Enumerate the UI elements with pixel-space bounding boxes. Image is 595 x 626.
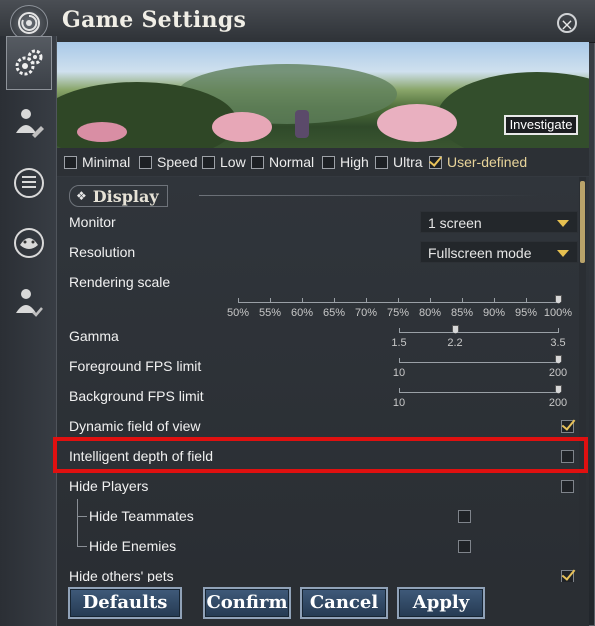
close-icon[interactable]: ×	[557, 13, 577, 34]
sidebar-item-social[interactable]	[6, 276, 52, 330]
section-title: Display	[92, 186, 159, 206]
tick-label: 90%	[482, 307, 506, 319]
preset-checkbox[interactable]	[202, 155, 215, 169]
sidebar-item-settings[interactable]	[6, 36, 52, 90]
hide-teammates-label: Hide Teammates	[89, 508, 194, 524]
document-list-icon	[14, 168, 44, 198]
hide-players-label: Hide Players	[69, 478, 149, 494]
dropdown-arrow-icon	[557, 250, 569, 257]
settings-window: Game Settings × Investigate Minimal Spee…	[0, 0, 595, 626]
footer-bar: Defaults Confirm Cancel Apply	[57, 582, 589, 626]
preset-speed[interactable]: Speed	[139, 154, 197, 170]
character-check-icon	[16, 289, 43, 317]
tick-label: 70%	[354, 307, 378, 319]
cancel-button[interactable]: Cancel	[300, 587, 388, 619]
tick-label: 75%	[386, 307, 410, 319]
resolution-dropdown[interactable]: Fullscreen mode	[420, 241, 578, 263]
section-display[interactable]: ❖ Display	[69, 185, 539, 207]
title-bar: Game Settings ×	[0, 0, 595, 43]
hide-pets-checkbox[interactable]	[561, 570, 574, 582]
tick-label: 2.2	[447, 337, 463, 349]
dropdown-arrow-icon	[557, 220, 569, 227]
quality-presets: Minimal Speed Low Normal High Ultra User…	[57, 148, 589, 176]
slider-tick	[462, 298, 463, 303]
tick-label: 1.5	[391, 337, 407, 349]
gear-cluster-icon	[15, 49, 43, 76]
preset-low[interactable]: Low	[202, 154, 246, 170]
defaults-button[interactable]: Defaults	[68, 587, 182, 619]
preset-user-defined[interactable]: User-defined	[429, 154, 527, 170]
slider-tick	[302, 298, 303, 303]
slider-tick	[334, 298, 335, 303]
sidebar-item-pet[interactable]	[6, 216, 52, 270]
preset-checkbox[interactable]	[64, 155, 77, 169]
slider-tick	[238, 298, 239, 303]
highlight-box	[53, 437, 588, 473]
hide-enemies-checkbox[interactable]	[458, 540, 471, 553]
tick-label: 95%	[514, 307, 538, 319]
tick-label: 60%	[290, 307, 314, 319]
slider-tick	[494, 298, 495, 303]
monitor-dropdown[interactable]: 1 screen	[420, 211, 578, 233]
divider	[199, 195, 539, 196]
preset-checkbox[interactable]	[375, 155, 388, 169]
hide-pets-label: Hide others' pets	[69, 568, 174, 582]
slider-tick	[270, 298, 271, 303]
hide-teammates-checkbox[interactable]	[458, 510, 471, 523]
tick-label: 200	[548, 397, 568, 409]
fg-fps-label: Foreground FPS limit	[69, 358, 202, 374]
tick-label: 85%	[450, 307, 474, 319]
tick-label: 200	[548, 367, 568, 379]
sidebar	[0, 36, 57, 626]
tick-label: 55%	[258, 307, 282, 319]
hide-players-checkbox[interactable]	[561, 480, 574, 493]
tick-label: 10	[392, 367, 406, 379]
confirm-button[interactable]: Confirm	[203, 587, 291, 619]
settings-list: ❖ Display Monitor 1 screen Resolution Ful…	[57, 177, 589, 582]
preset-high[interactable]: High	[322, 154, 369, 170]
dynamic-fov-checkbox[interactable]	[561, 420, 574, 433]
preset-checkbox[interactable]	[322, 155, 335, 169]
preset-checkbox[interactable]	[251, 155, 264, 169]
scrollbar[interactable]	[579, 177, 586, 582]
investigate-button[interactable]: Investigate	[504, 115, 578, 135]
hide-enemies-label: Hide Enemies	[89, 538, 177, 554]
slider-tick	[398, 298, 399, 303]
window-title: Game Settings	[62, 7, 247, 33]
expand-diamond-icon: ❖	[76, 189, 87, 203]
preset-normal[interactable]: Normal	[251, 154, 314, 170]
apply-button[interactable]: Apply	[397, 587, 485, 619]
tick-label: 50%	[226, 307, 250, 319]
preset-checkbox[interactable]	[429, 155, 442, 169]
rendering-scale-label: Rendering scale	[69, 274, 171, 290]
tick-label: 100%	[543, 307, 573, 319]
scroll-thumb[interactable]	[580, 181, 585, 263]
slider-tick	[526, 298, 527, 303]
tree-connector	[77, 499, 78, 547]
sidebar-item-character[interactable]	[6, 96, 52, 150]
tiger-head-icon	[14, 228, 44, 258]
tick-label: 65%	[322, 307, 346, 319]
sidebar-item-log[interactable]	[6, 156, 52, 210]
bg-fps-label: Background FPS limit	[69, 388, 204, 404]
gamma-label: Gamma	[69, 328, 119, 344]
resolution-label: Resolution	[69, 244, 136, 260]
preset-checkbox[interactable]	[139, 155, 152, 169]
slider-tick	[430, 298, 431, 303]
preset-minimal[interactable]: Minimal	[64, 154, 130, 170]
dynamic-fov-label: Dynamic field of view	[69, 418, 201, 434]
slider-tick	[366, 298, 367, 303]
character-edit-icon	[16, 109, 44, 138]
tick-label: 10	[392, 397, 406, 409]
monitor-label: Monitor	[69, 214, 116, 230]
character-preview	[295, 110, 309, 138]
preset-ultra[interactable]: Ultra	[375, 154, 423, 170]
tick-label: 3.5	[550, 337, 566, 349]
tick-label: 80%	[418, 307, 442, 319]
